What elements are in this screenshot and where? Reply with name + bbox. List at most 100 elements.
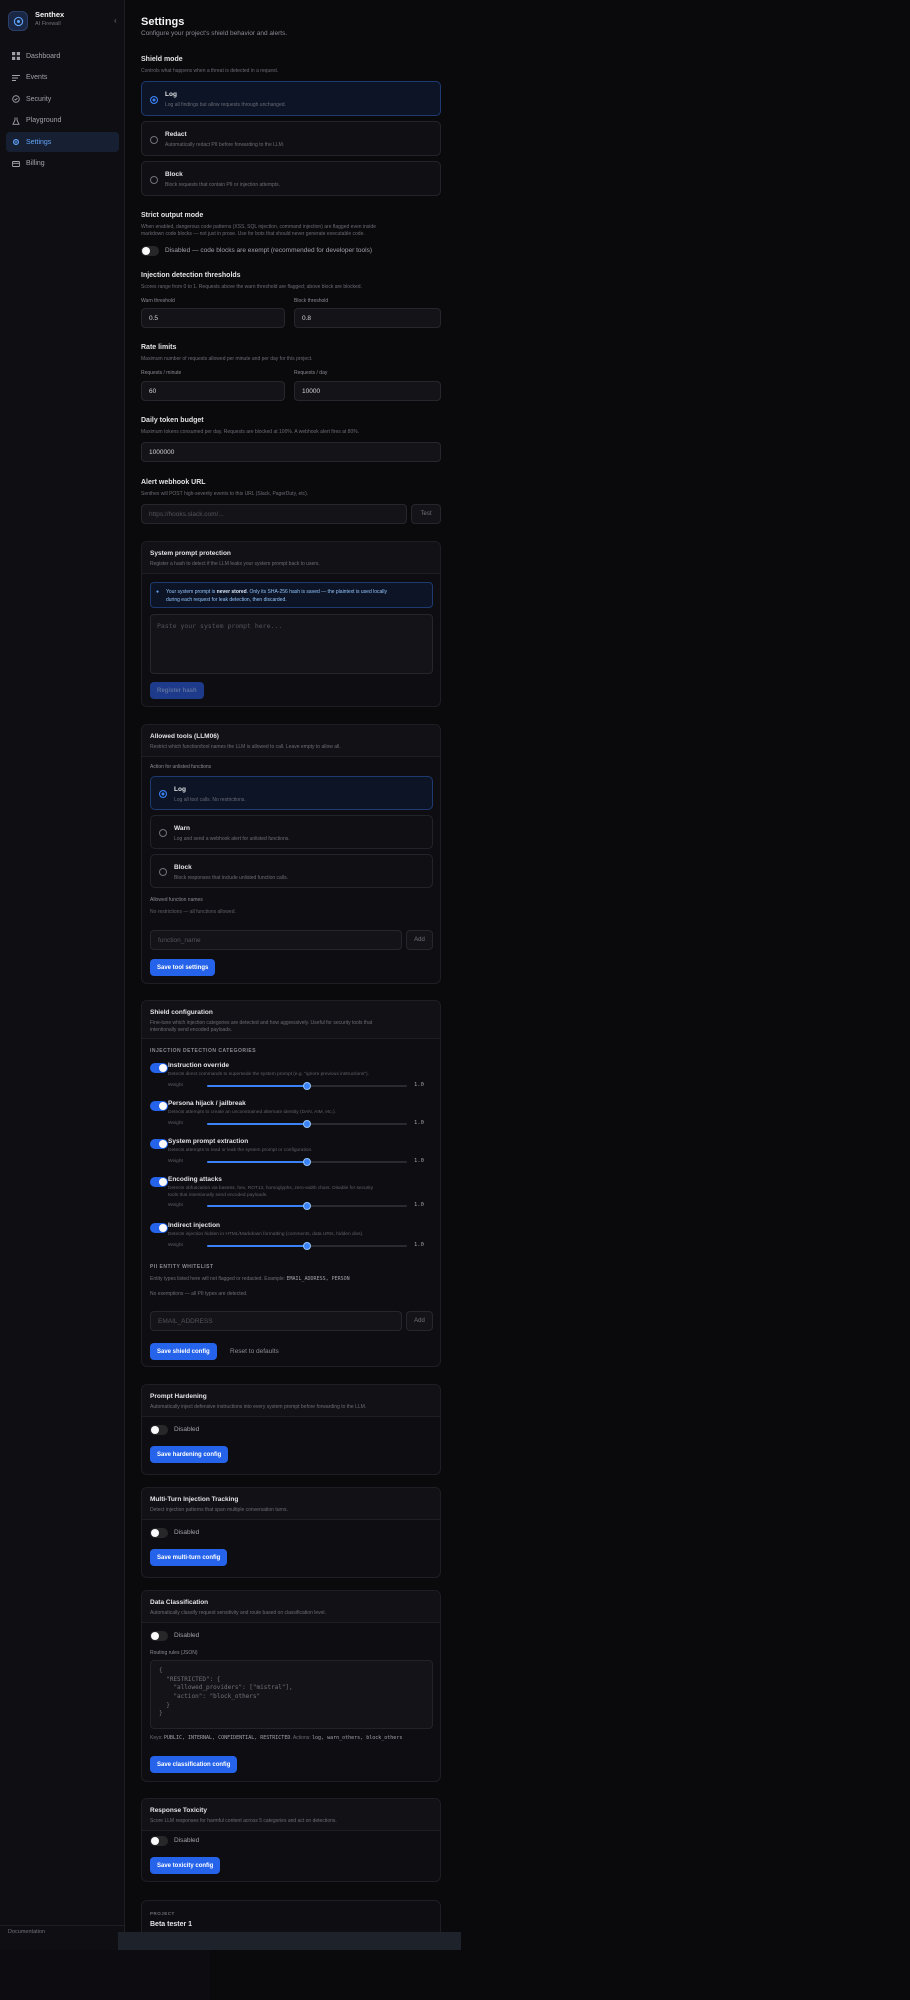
strict-output-toggle[interactable]	[141, 246, 159, 256]
radio-selected[interactable]	[159, 790, 167, 798]
strict-output-desc-2: markdown code blocks — not just in prose…	[141, 231, 365, 237]
tools-option-log[interactable]: Log Log all tool calls. No restrictions.	[150, 776, 433, 810]
function-name-input[interactable]: function_name	[150, 930, 402, 950]
webhook-url-input[interactable]: https://hooks.slack.com/...	[141, 504, 407, 524]
shield-mode-desc: Controls what happens when a threat is d…	[141, 68, 279, 74]
collapse-sidebar-icon[interactable]: ‹	[114, 16, 117, 25]
token-budget-input[interactable]: 1000000	[141, 442, 441, 462]
thresholds-desc: Scores range from 0 to 1. Requests above…	[141, 284, 362, 290]
test-webhook-button[interactable]: Test	[411, 504, 441, 524]
shield-logo-icon	[8, 11, 28, 31]
save-shield-config-button[interactable]: Save shield config	[150, 1343, 217, 1360]
block-threshold-input[interactable]: 0.8	[294, 308, 441, 328]
bottom-overlay-block	[0, 1950, 210, 2000]
sidebar-item-dashboard[interactable]: Dashboard	[6, 46, 119, 66]
shield-mode-option-redact[interactable]: Redact Automatically redact PII before f…	[141, 121, 441, 156]
weight-slider[interactable]	[207, 1202, 407, 1210]
save-toxicity-button[interactable]: Save toxicity config	[150, 1857, 221, 1874]
shield-mode-option-block[interactable]: Block Block requests that contain PII or…	[141, 161, 441, 196]
weight-slider[interactable]	[207, 1242, 407, 1250]
card-header: Shield configuration Fine-tune which inj…	[142, 1001, 440, 1039]
webhook-desc: Senthex will POST high-severity events t…	[141, 491, 309, 497]
requests-per-day-label: Requests / day	[294, 370, 328, 376]
save-tool-settings-button[interactable]: Save tool settings	[150, 959, 216, 976]
brand[interactable]: Senthex AI Firewall ‹	[8, 10, 118, 34]
category-toggle[interactable]	[150, 1177, 168, 1187]
function-names-label: Allowed function names	[150, 897, 203, 903]
slider-thumb[interactable]	[303, 1082, 311, 1090]
sidebar-item-security[interactable]: Security	[6, 89, 119, 109]
radio-unselected[interactable]	[159, 829, 167, 837]
card-title: Multi-Turn Injection Tracking	[150, 1496, 239, 1503]
register-hash-button[interactable]: Register hash	[150, 682, 204, 699]
system-prompt-textarea[interactable]: Paste your system prompt here...	[150, 614, 433, 674]
category-toggle[interactable]	[150, 1101, 168, 1111]
radio-unselected[interactable]	[159, 868, 167, 876]
toxicity-toggle[interactable]	[150, 1836, 168, 1846]
unlisted-action-label: Action for unlisted functions	[150, 764, 212, 770]
radio-selected[interactable]	[150, 96, 158, 104]
option-title: Block	[165, 171, 183, 178]
category-title: Instruction override	[168, 1062, 230, 1069]
card-title: Allowed tools (LLM06)	[150, 733, 219, 740]
hardening-toggle[interactable]	[150, 1425, 168, 1435]
grid-icon	[11, 52, 20, 61]
radio-unselected[interactable]	[150, 136, 158, 144]
system-prompt-card: System prompt protection Register a hash…	[141, 541, 441, 707]
classification-toggle[interactable]	[150, 1631, 168, 1641]
save-hardening-button[interactable]: Save hardening config	[150, 1446, 229, 1463]
category-toggle[interactable]	[150, 1139, 168, 1149]
sidebar-item-billing[interactable]: Billing	[6, 154, 119, 174]
weight-slider[interactable]	[207, 1082, 407, 1090]
category-title: Encoding attacks	[168, 1176, 222, 1183]
sidebar-item-label: Events	[26, 74, 48, 81]
save-multi-turn-button[interactable]: Save multi-turn config	[150, 1549, 228, 1566]
routing-rules-editor[interactable]: { "RESTRICTED": { "allowed_providers": […	[150, 1660, 433, 1729]
classification-toggle-label: Disabled	[174, 1632, 200, 1639]
notice-text-a: Your system prompt is	[166, 589, 217, 595]
sidebar-item-events[interactable]: Events	[6, 68, 119, 88]
category-toggle[interactable]	[150, 1223, 168, 1233]
weight-slider[interactable]	[207, 1120, 407, 1128]
keys-prefix: Keys:	[150, 1735, 164, 1741]
info-icon: ●	[156, 589, 160, 595]
actions-prefix: . Actions:	[290, 1735, 313, 1741]
save-classification-button[interactable]: Save classification config	[150, 1756, 238, 1773]
sidebar-item-label: Dashboard	[26, 52, 61, 60]
card-desc: Automatically classify request sensitivi…	[150, 1610, 326, 1616]
flask-icon	[11, 116, 20, 125]
sidebar-item-playground[interactable]: Playground	[6, 111, 119, 131]
multi-turn-toggle[interactable]	[150, 1528, 168, 1538]
tools-option-warn[interactable]: Warn Log and send a webhook alert for un…	[150, 815, 433, 849]
slider-thumb[interactable]	[303, 1202, 311, 1210]
card-header: Multi-Turn Injection Tracking Detect inj…	[142, 1488, 440, 1520]
radio-unselected[interactable]	[150, 176, 158, 184]
reset-defaults-button[interactable]: Reset to defaults	[230, 1348, 279, 1355]
add-function-button[interactable]: Add	[406, 930, 433, 950]
classification-keys-note: Keys: PUBLIC, INTERNAL, CONFIDENTIAL, RE…	[150, 1735, 402, 1741]
add-pii-button[interactable]: Add	[406, 1311, 433, 1331]
warn-threshold-input[interactable]: 0.5	[141, 308, 285, 328]
requests-per-day-input[interactable]: 10000	[294, 381, 441, 401]
slider-thumb[interactable]	[303, 1242, 311, 1250]
weight-slider[interactable]	[207, 1158, 407, 1166]
docs-label: Documentation	[8, 1929, 45, 1935]
requests-per-minute-input[interactable]: 60	[141, 381, 285, 401]
card-desc: Detect injection patterns that span mult…	[150, 1507, 288, 1513]
sidebar-item-settings[interactable]: Settings	[6, 132, 119, 152]
option-desc: Log all tool calls. No restrictions.	[174, 797, 246, 803]
hardening-toggle-label: Disabled	[174, 1426, 200, 1433]
pii-empty: No exemptions — all PII types are detect…	[150, 1291, 248, 1297]
slider-thumb[interactable]	[303, 1120, 311, 1128]
category-toggle[interactable]	[150, 1063, 168, 1073]
bottom-overlay-bar	[118, 1932, 461, 1950]
slider-thumb[interactable]	[303, 1158, 311, 1166]
pii-entity-input[interactable]: EMAIL_ADDRESS	[150, 1311, 402, 1331]
tools-option-block[interactable]: Block Block responses that include unlis…	[150, 854, 433, 888]
token-budget-desc: Maximum tokens consumed per day. Request…	[141, 429, 360, 435]
shield-mode-option-log[interactable]: Log Log all findings but allow requests …	[141, 81, 441, 116]
card-desc: Score LLM responses for harmful content …	[150, 1818, 337, 1824]
card-title: Response Toxicity	[150, 1807, 207, 1814]
sidebar-item-docs[interactable]: Documentation	[0, 1925, 125, 1935]
card-desc: Automatically inject defensive instructi…	[150, 1404, 367, 1410]
